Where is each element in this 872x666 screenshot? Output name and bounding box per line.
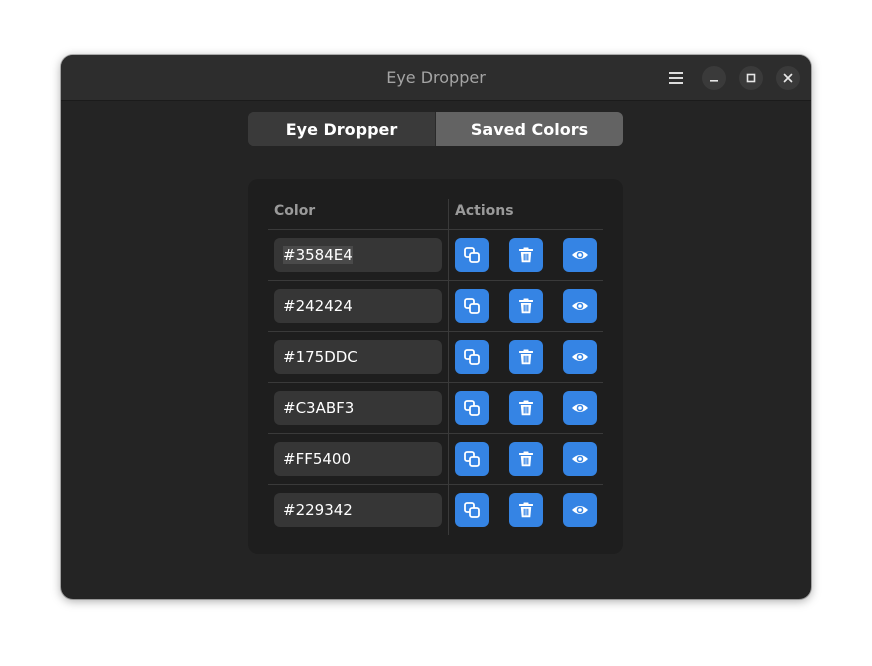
show-color-button[interactable] [563, 391, 597, 425]
row-separator [268, 382, 603, 383]
eye-icon [572, 404, 588, 412]
row-separator [268, 229, 603, 230]
trash-icon [519, 247, 533, 263]
eye-icon [572, 251, 588, 259]
show-color-button[interactable] [563, 289, 597, 323]
headerbar: Eye Dropper [61, 55, 811, 101]
hex-value-field[interactable]: #175DDC [274, 340, 442, 374]
menu-button[interactable] [664, 66, 688, 90]
copy-button[interactable] [455, 238, 489, 272]
copy-button[interactable] [455, 340, 489, 374]
column-header-actions: Actions [455, 203, 514, 219]
hex-value-text: #229342 [283, 501, 353, 519]
delete-button[interactable] [509, 391, 543, 425]
window-title: Eye Dropper [386, 68, 486, 87]
trash-icon [519, 298, 533, 314]
column-header-color: Color [274, 203, 316, 219]
copy-icon [464, 502, 480, 518]
trash-icon [519, 400, 533, 416]
trash-icon [519, 349, 533, 365]
eye-icon [572, 353, 588, 361]
hamburger-menu-icon [669, 72, 683, 84]
maximize-button[interactable] [739, 66, 763, 90]
minimize-button[interactable] [702, 66, 726, 90]
eye-icon [572, 302, 588, 310]
delete-button[interactable] [509, 442, 543, 476]
hex-value-text: #242424 [283, 297, 353, 315]
close-button[interactable] [776, 66, 800, 90]
copy-icon [464, 400, 480, 416]
hex-value-field[interactable]: #3584E4 [274, 238, 442, 272]
eye-icon [572, 455, 588, 463]
view-switcher: Eye Dropper Saved Colors [248, 112, 623, 146]
close-icon [783, 73, 793, 83]
delete-button[interactable] [509, 289, 543, 323]
show-color-button[interactable] [563, 238, 597, 272]
copy-icon [464, 298, 480, 314]
copy-icon [464, 451, 480, 467]
show-color-button[interactable] [563, 340, 597, 374]
trash-icon [519, 451, 533, 467]
trash-icon [519, 502, 533, 518]
copy-button[interactable] [455, 391, 489, 425]
minimize-icon [710, 80, 718, 82]
copy-icon [464, 349, 480, 365]
saved-colors-table: Color Actions #3584E4 #242424 #175DDC #C3AB… [248, 179, 623, 554]
app-window: Eye Dropper Eye Dropper Saved Colors Col… [61, 55, 811, 599]
copy-icon [464, 247, 480, 263]
delete-button[interactable] [509, 340, 543, 374]
show-color-button[interactable] [563, 493, 597, 527]
tab-saved-colors[interactable]: Saved Colors [436, 112, 623, 146]
hex-value-text: #C3ABF3 [283, 399, 355, 417]
delete-button[interactable] [509, 238, 543, 272]
hex-value-text: #175DDC [283, 348, 358, 366]
row-separator [268, 484, 603, 485]
hex-value-text: #FF5400 [283, 450, 351, 468]
eye-icon [572, 506, 588, 514]
copy-button[interactable] [455, 493, 489, 527]
maximize-icon [746, 73, 756, 83]
hex-value-field[interactable]: #242424 [274, 289, 442, 323]
delete-button[interactable] [509, 493, 543, 527]
show-color-button[interactable] [563, 442, 597, 476]
row-separator [268, 280, 603, 281]
hex-value-field[interactable]: #229342 [274, 493, 442, 527]
hex-value-field[interactable]: #C3ABF3 [274, 391, 442, 425]
hex-value-text: #3584E4 [283, 246, 353, 264]
copy-button[interactable] [455, 442, 489, 476]
copy-button[interactable] [455, 289, 489, 323]
row-separator [268, 331, 603, 332]
row-separator [268, 433, 603, 434]
tab-eye-dropper[interactable]: Eye Dropper [248, 112, 436, 146]
hex-value-field[interactable]: #FF5400 [274, 442, 442, 476]
